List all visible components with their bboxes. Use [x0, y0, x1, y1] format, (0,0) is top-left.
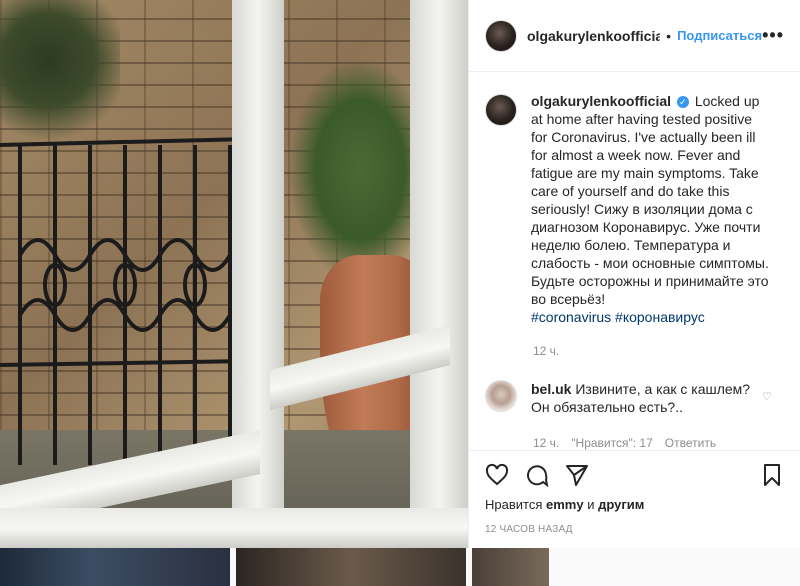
- action-icons: [485, 459, 784, 491]
- reply-button[interactable]: Ответить: [665, 436, 716, 450]
- more-options-icon[interactable]: •••: [762, 25, 784, 46]
- window-base: [0, 508, 468, 548]
- hashtags[interactable]: #coronavirus #коронавирус: [531, 309, 705, 325]
- comment-likes[interactable]: "Нравится": 17: [571, 436, 653, 450]
- verified-icon: ✓: [676, 96, 689, 108]
- bookmark-icon[interactable]: [760, 463, 784, 487]
- thumbnail[interactable]: [236, 548, 466, 586]
- caption: olgakurylenkoofficial ✓ Locked up at hom…: [485, 92, 784, 326]
- comment-item: bel.uk Извините, а как с кашлем? Он обяз…: [485, 380, 784, 416]
- plant: [290, 60, 430, 280]
- window-frame-right: [410, 0, 468, 548]
- caption-time: 12 ч.: [533, 344, 560, 358]
- post-photo[interactable]: [0, 0, 468, 548]
- thumbnail[interactable]: [0, 548, 230, 586]
- caption-username[interactable]: olgakurylenkoofficial: [531, 93, 671, 109]
- comment-text: bel.uk Извините, а как с кашлем? Он обяз…: [531, 380, 751, 416]
- post-header: olgakurylenkoofficial • Подписаться •••: [469, 0, 800, 72]
- caption-text: olgakurylenkoofficial ✓ Locked up at hom…: [531, 92, 771, 326]
- actions-section: Нравится emmy и другим 12 ЧАСОВ НАЗАД: [469, 450, 800, 535]
- related-posts-strip: [0, 548, 800, 586]
- comment-like-icon[interactable]: ♡: [762, 390, 772, 403]
- avatar[interactable]: [485, 380, 517, 412]
- separator-dot: •: [666, 27, 672, 44]
- thumbnail[interactable]: [472, 548, 549, 586]
- comments-section: olgakurylenkoofficial ✓ Locked up at hom…: [469, 72, 800, 450]
- post-timestamp: 12 ЧАСОВ НАЗАД: [485, 524, 573, 535]
- caption-body: Locked up at home after having tested po…: [531, 93, 769, 307]
- comment-icon[interactable]: [525, 463, 549, 487]
- avatar[interactable]: [485, 19, 517, 52]
- liked-by-others[interactable]: другим: [598, 497, 644, 512]
- header-username[interactable]: olgakurylenkoofficial: [527, 28, 660, 44]
- likes-summary: Нравится emmy и другим: [485, 497, 784, 512]
- follow-button[interactable]: Подписаться: [677, 28, 762, 43]
- comment-username[interactable]: bel.uk: [531, 381, 571, 397]
- likes-prefix: Нравится: [485, 497, 543, 512]
- comment-time: 12 ч.: [533, 436, 560, 450]
- heart-icon[interactable]: [485, 463, 509, 487]
- avatar[interactable]: [485, 94, 517, 126]
- comment-meta: 12 ч. "Нравится": 17 Ответить: [533, 436, 784, 450]
- post-panel: olgakurylenkoofficial • Подписаться ••• …: [468, 0, 800, 548]
- likes-and: и: [587, 497, 595, 512]
- share-icon[interactable]: [565, 463, 589, 487]
- liked-by-user[interactable]: emmy: [546, 497, 584, 512]
- ivy: [0, 0, 120, 150]
- iron-railing: [0, 137, 250, 465]
